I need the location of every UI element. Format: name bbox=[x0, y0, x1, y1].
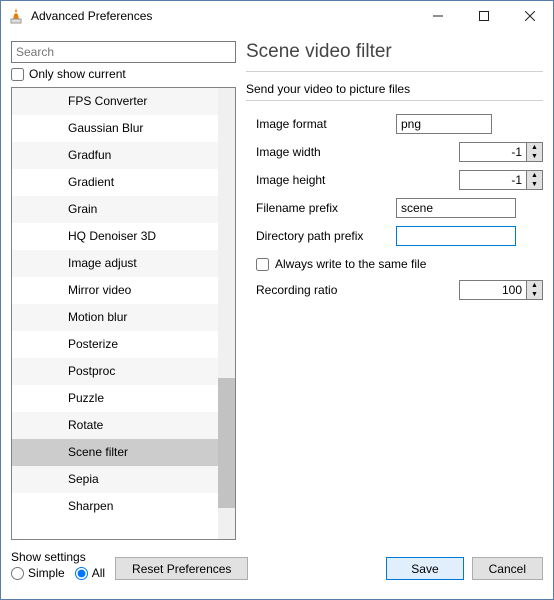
tree-item[interactable]: Gradient bbox=[12, 169, 235, 196]
close-button[interactable] bbox=[507, 1, 553, 31]
tree-item[interactable]: Gaussian Blur bbox=[12, 115, 235, 142]
spin-up-icon[interactable]: ▲ bbox=[527, 143, 542, 152]
always-write-checkbox[interactable] bbox=[256, 258, 269, 271]
tree-scroll-thumb[interactable] bbox=[218, 378, 235, 508]
titlebar: Advanced Preferences bbox=[1, 1, 553, 31]
tree-scrollbar[interactable] bbox=[218, 88, 235, 539]
tree-item[interactable]: Scene filter bbox=[12, 439, 235, 466]
only-show-current-checkbox[interactable]: Only show current bbox=[11, 67, 236, 81]
app-icon bbox=[7, 7, 25, 25]
image-width-input[interactable] bbox=[459, 142, 527, 162]
spin-down-icon[interactable]: ▼ bbox=[527, 290, 542, 299]
tree-item[interactable]: Gradfun bbox=[12, 142, 235, 169]
spin-down-icon[interactable]: ▼ bbox=[527, 152, 542, 161]
window-title: Advanced Preferences bbox=[31, 9, 415, 23]
minimize-button[interactable] bbox=[415, 1, 461, 31]
spin-up-icon[interactable]: ▲ bbox=[527, 171, 542, 180]
simple-radio[interactable]: Simple bbox=[11, 566, 65, 580]
tree-item[interactable]: Motion blur bbox=[12, 304, 235, 331]
tree-item[interactable]: HQ Denoiser 3D bbox=[12, 223, 235, 250]
tree-item[interactable]: Sharpen bbox=[12, 493, 235, 520]
image-width-label: Image width bbox=[246, 145, 396, 159]
show-settings-label: Show settings bbox=[11, 550, 105, 564]
cancel-button[interactable]: Cancel bbox=[472, 557, 543, 580]
tree-item[interactable]: Image adjust bbox=[12, 250, 235, 277]
recording-ratio-label: Recording ratio bbox=[246, 283, 396, 297]
dir-prefix-input[interactable] bbox=[396, 226, 516, 246]
all-radio[interactable]: All bbox=[75, 566, 105, 580]
filter-tree: FPS ConverterGaussian BlurGradfunGradien… bbox=[11, 87, 236, 540]
image-format-label: Image format bbox=[246, 117, 396, 131]
only-show-current-box[interactable] bbox=[11, 68, 24, 81]
recording-ratio-input[interactable] bbox=[459, 280, 527, 300]
tree-item[interactable]: Mirror video bbox=[12, 277, 235, 304]
image-height-input[interactable] bbox=[459, 170, 527, 190]
tree-item[interactable]: Grain bbox=[12, 196, 235, 223]
filename-prefix-label: Filename prefix bbox=[246, 201, 396, 215]
only-show-current-label: Only show current bbox=[29, 67, 126, 81]
always-write-label: Always write to the same file bbox=[275, 257, 426, 271]
show-settings-group: Show settings Simple All bbox=[11, 550, 105, 580]
maximize-button[interactable] bbox=[461, 1, 507, 31]
tree-item[interactable]: Puzzle bbox=[12, 385, 235, 412]
search-input[interactable] bbox=[11, 41, 236, 63]
spin-down-icon[interactable]: ▼ bbox=[527, 180, 542, 189]
panel-subtitle: Send your video to picture files bbox=[246, 82, 543, 96]
tree-item[interactable]: FPS Converter bbox=[12, 88, 235, 115]
tree-item[interactable]: Rotate bbox=[12, 412, 235, 439]
tree-item[interactable]: Sepia bbox=[12, 466, 235, 493]
recording-ratio-spinner[interactable]: ▲▼ bbox=[459, 280, 543, 300]
save-button[interactable]: Save bbox=[386, 557, 463, 580]
image-format-input[interactable] bbox=[396, 114, 492, 134]
dir-prefix-label: Directory path prefix bbox=[246, 229, 396, 243]
spin-up-icon[interactable]: ▲ bbox=[527, 281, 542, 290]
image-height-label: Image height bbox=[246, 173, 396, 187]
tree-item[interactable]: Posterize bbox=[12, 331, 235, 358]
image-width-spinner[interactable]: ▲▼ bbox=[459, 142, 543, 162]
tree-item[interactable]: Postproc bbox=[12, 358, 235, 385]
image-height-spinner[interactable]: ▲▼ bbox=[459, 170, 543, 190]
filename-prefix-input[interactable] bbox=[396, 198, 516, 218]
panel-title: Scene video filter bbox=[246, 41, 543, 63]
reset-preferences-button[interactable]: Reset Preferences bbox=[115, 557, 248, 580]
